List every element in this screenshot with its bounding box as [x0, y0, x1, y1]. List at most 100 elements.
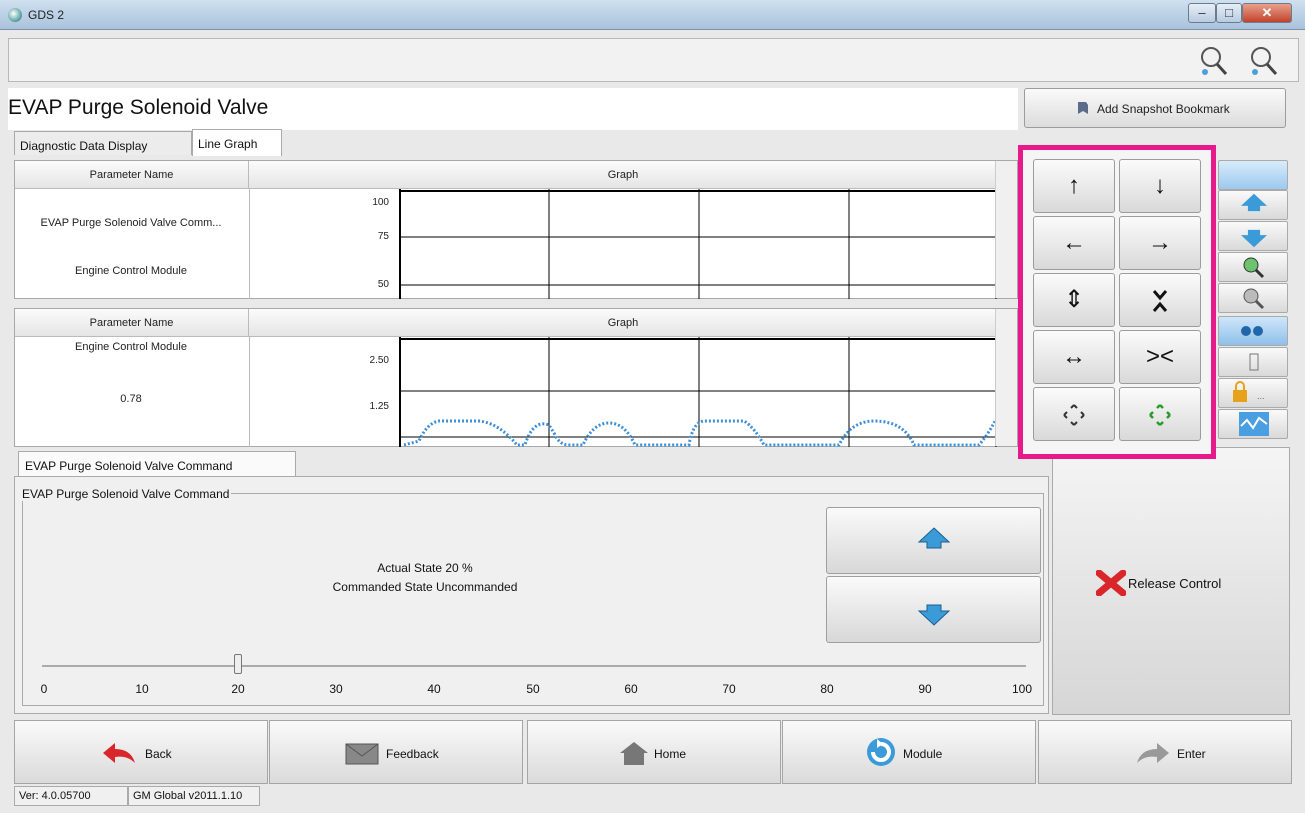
enter-button[interactable]: Enter: [1038, 720, 1292, 784]
slider-tick: 20: [231, 682, 245, 696]
side-view-button[interactable]: [1218, 316, 1288, 346]
side-marker-button[interactable]: [1218, 347, 1288, 377]
arrow-down-icon: [1241, 229, 1267, 248]
shrink-horizontal-button[interactable]: ><: [1119, 330, 1201, 384]
arrow-up-icon: [917, 527, 951, 549]
command-slider-track[interactable]: [42, 665, 1026, 667]
slider-tick: 80: [820, 682, 834, 696]
side-selected-button[interactable]: [1218, 160, 1288, 190]
home-label: Home: [654, 747, 687, 761]
refresh-icon: [867, 738, 895, 766]
page-title: EVAP Purge Solenoid Valve: [8, 96, 269, 119]
tab-diagnostic-data-display[interactable]: Diagnostic Data Display: [14, 131, 192, 155]
waveform-icon: [1239, 412, 1269, 436]
back-arrow-icon: [103, 743, 135, 763]
app-icon: [8, 8, 22, 22]
tab-evap-command[interactable]: EVAP Purge Solenoid Valve Command: [18, 451, 296, 477]
side-graph-button[interactable]: [1218, 409, 1288, 439]
slider-tick: 10: [135, 682, 149, 696]
commanded-state: Commanded State Uncommanded: [332, 580, 518, 594]
line-graph-1: [399, 189, 997, 299]
binoculars-icon: [1241, 326, 1263, 336]
enter-label: Enter: [1177, 747, 1206, 761]
auto-scale-icon: [1149, 404, 1171, 426]
zoom-in-icon: [1243, 257, 1265, 279]
marker-icon: [1249, 353, 1259, 371]
envelope-icon: [345, 743, 379, 765]
feedback-button[interactable]: Feedback: [269, 720, 523, 784]
arrow-down-icon: [917, 604, 951, 626]
actual-state: Actual State 20 %: [377, 561, 473, 575]
graph-panel-1: Parameter Name Graph EVAP Purge Solenoid…: [14, 160, 1018, 299]
side-zoom-in-button[interactable]: [1218, 252, 1288, 282]
lock-icon: ...: [1233, 381, 1265, 402]
minimize-button[interactable]: –: [1188, 3, 1216, 23]
slider-tick: 30: [329, 682, 343, 696]
module-button[interactable]: Module: [782, 720, 1036, 784]
slider-tick: 0: [40, 682, 48, 696]
scroll-left-button[interactable]: ←: [1033, 216, 1115, 270]
y-tick: 50: [377, 279, 389, 290]
increase-button[interactable]: [826, 507, 1041, 574]
zoom-out-icon: [1243, 288, 1265, 310]
shrink-vertical-button[interactable]: [1119, 273, 1201, 327]
maximize-button[interactable]: □: [1216, 3, 1242, 23]
side-up-button[interactable]: [1218, 190, 1288, 220]
tab-line-graph[interactable]: Line Graph: [192, 129, 282, 156]
module-name: Engine Control Module: [75, 265, 187, 277]
zoom-in-icon[interactable]: [1196, 44, 1230, 78]
snapshot-label: Add Snapshot Bookmark: [1097, 102, 1230, 116]
line-graph-2: [399, 337, 997, 447]
command-slider-thumb[interactable]: [234, 654, 242, 674]
home-button[interactable]: Home: [527, 720, 781, 784]
slider-tick: 50: [526, 682, 540, 696]
graph-header: Graph: [249, 161, 997, 189]
graph-header: Graph: [249, 309, 997, 337]
graph-panel-2: Parameter Name Graph Engine Control Modu…: [14, 308, 1018, 447]
fit-view-icon: [1063, 404, 1085, 426]
home-icon: [620, 742, 648, 765]
close-button[interactable]: ✕: [1242, 3, 1292, 23]
parameter-value: 0.78: [120, 393, 142, 405]
version-status: Ver: 4.0.05700: [14, 786, 128, 806]
back-button[interactable]: Back: [14, 720, 268, 784]
auto-scale-button[interactable]: [1119, 387, 1201, 441]
side-zoom-out-button[interactable]: [1218, 283, 1288, 313]
parameter-name-header: Parameter Name: [15, 161, 249, 189]
expand-vertical-button[interactable]: ⇕: [1033, 273, 1115, 327]
slider-tick: 90: [918, 682, 932, 696]
shrink-vertical-icon: [1152, 290, 1168, 312]
zoom-out-icon[interactable]: [1246, 44, 1280, 78]
parameter-name-header: Parameter Name: [15, 309, 249, 337]
window-title: GDS 2: [28, 8, 65, 22]
release-control-label: Release Control: [1128, 576, 1222, 591]
expand-horizontal-button[interactable]: ↔: [1033, 330, 1115, 384]
add-snapshot-bookmark-button[interactable]: Add Snapshot Bookmark: [1024, 88, 1286, 128]
graph-scrollbar[interactable]: [995, 161, 1017, 298]
slider-tick: 40: [427, 682, 441, 696]
slider-tick: 70: [722, 682, 736, 696]
scroll-right-button[interactable]: →: [1119, 216, 1201, 270]
y-tick: 75: [377, 231, 389, 242]
module-name: Engine Control Module: [75, 341, 187, 353]
graph-scrollbar[interactable]: [995, 309, 1017, 446]
red-x-icon: [1096, 570, 1126, 596]
y-tick: 100: [372, 197, 389, 208]
slider-tick: 60: [624, 682, 638, 696]
fit-view-button[interactable]: [1033, 387, 1115, 441]
enter-arrow-icon: [1137, 743, 1169, 763]
module-label: Module: [903, 747, 943, 761]
scroll-down-button[interactable]: ↓: [1119, 159, 1201, 213]
back-label: Back: [145, 747, 172, 761]
feedback-label: Feedback: [386, 747, 439, 761]
side-lock-button[interactable]: ...: [1218, 378, 1288, 408]
decrease-button[interactable]: [826, 576, 1041, 643]
y-tick: 2.50: [369, 355, 389, 366]
window-titlebar: [0, 0, 1305, 30]
svg-text:...: ...: [1257, 391, 1265, 401]
scroll-up-button[interactable]: ↑: [1033, 159, 1115, 213]
bookmark-icon: [1078, 102, 1088, 114]
y-tick: 1.25: [369, 401, 389, 412]
side-down-button[interactable]: [1218, 221, 1288, 251]
slider-tick: 100: [1011, 682, 1033, 696]
